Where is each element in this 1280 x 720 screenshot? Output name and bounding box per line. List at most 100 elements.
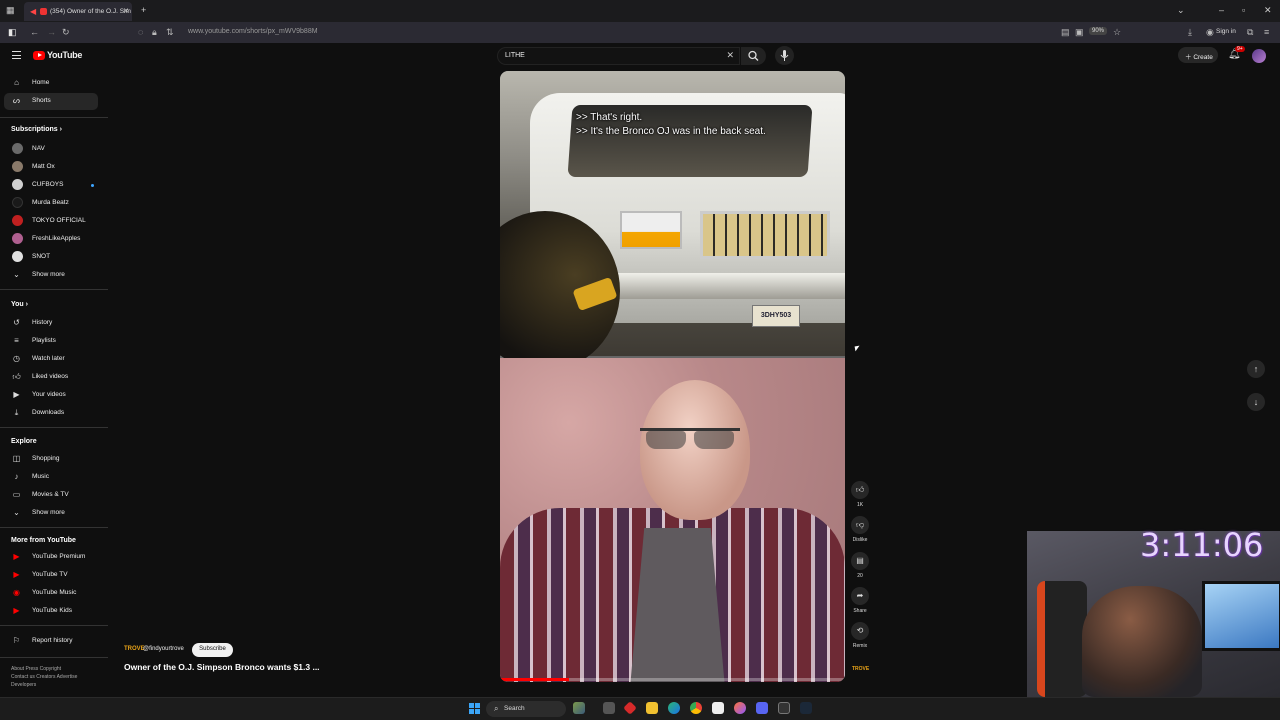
video-progress-bar[interactable] — [500, 678, 845, 681]
close-tab-icon[interactable]: ✕ — [123, 7, 129, 15]
sidebar-item-channel[interactable]: TOKYO OFFICIAL — [4, 213, 98, 230]
subscribe-button[interactable]: Subscribe — [192, 643, 233, 657]
widgets-icon[interactable] — [573, 702, 585, 714]
audio-playing-icon[interactable]: ◀ — [30, 7, 36, 16]
channel-handle[interactable]: @findyourtrove — [143, 646, 184, 652]
sidebar-item-show-more[interactable]: ⌄ Show more — [4, 267, 98, 284]
chrome-icon[interactable] — [690, 702, 702, 714]
minimize-icon[interactable]: – — [1219, 5, 1224, 15]
comments-action[interactable]: ▤ 20 — [850, 552, 870, 579]
video-title[interactable]: Owner of the O.J. Simpson Bronco wants $… — [124, 662, 320, 672]
voice-search-button[interactable] — [775, 46, 794, 65]
sidebar-item-report-history[interactable]: ⚐ Report history — [4, 633, 98, 650]
mouse-cursor — [854, 345, 861, 352]
browser-tab[interactable]: ◀ (354) Owner of the O.J. Sim ✕ — [24, 2, 132, 21]
footer-link-row[interactable]: Contact us Creators Advertise — [11, 673, 101, 681]
back-icon[interactable]: ← — [30, 27, 39, 37]
you-header[interactable]: You › — [11, 301, 28, 308]
sidebar-item-youtube-premium[interactable]: ▶ YouTube Premium — [4, 549, 98, 566]
footer-link-row[interactable]: About Press Copyright — [11, 665, 101, 673]
new-tab-icon[interactable]: + — [141, 5, 146, 15]
thumbs-up-icon[interactable]: 👍︎ — [851, 481, 869, 499]
sidebar-item-shorts[interactable]: ᔕ Shorts — [4, 93, 98, 110]
share-arrow-icon[interactable]: ➦ — [851, 587, 869, 605]
firefox-icon[interactable] — [734, 702, 746, 714]
file-explorer-icon[interactable] — [646, 702, 658, 714]
sidebar-item-youtube-tv[interactable]: ▶ YouTube TV — [4, 567, 98, 584]
like-action[interactable]: 👍︎ 1K — [850, 481, 870, 508]
extensions-icon[interactable]: ⧉ — [1247, 27, 1253, 38]
next-short-button[interactable]: ↓ — [1247, 393, 1265, 411]
youtube-logo-text[interactable]: YouTube — [47, 50, 82, 60]
sidebar-item-music[interactable]: ♪ Music — [4, 469, 98, 486]
user-avatar[interactable] — [1252, 49, 1266, 63]
reader-view-icon[interactable]: ▤ — [1061, 27, 1070, 38]
dislike-action[interactable]: 👎︎ Dislike — [850, 516, 870, 543]
youtube-logo-icon[interactable] — [33, 51, 45, 60]
subscriptions-header[interactable]: Subscriptions › — [11, 126, 62, 133]
task-view-icon[interactable] — [603, 702, 615, 714]
reload-icon[interactable]: ↻ — [62, 27, 70, 38]
downloads-icon[interactable]: ⤓ — [1188, 27, 1192, 38]
sidebar-item-channel[interactable]: NAV — [4, 141, 98, 158]
steam-icon[interactable] — [800, 702, 812, 714]
lock-icon[interactable]: 🔒︎ — [152, 27, 157, 38]
pip-icon[interactable]: ▣ — [1075, 27, 1084, 38]
search-button[interactable] — [741, 47, 766, 65]
close-window-icon[interactable]: ✕ — [1264, 5, 1272, 16]
remix-action[interactable]: ⟲ Remix — [850, 622, 870, 649]
app-red-icon[interactable] — [623, 701, 637, 715]
menu-icon[interactable]: ≡ — [1264, 27, 1269, 37]
footer-link-row[interactable]: Developers — [11, 681, 101, 689]
clear-search-icon[interactable]: ✕ — [726, 50, 734, 61]
sidebar-icon[interactable]: ◧ — [8, 27, 17, 38]
account-icon[interactable]: ◉ — [1206, 27, 1214, 38]
sidebar-item-shopping[interactable]: ◫ Shopping — [4, 451, 98, 468]
bookmark-star-icon[interactable]: ☆ — [1113, 27, 1121, 38]
windows-start-icon[interactable] — [469, 703, 480, 714]
sidebar-item-home[interactable]: ⌂ Home — [4, 75, 98, 92]
discord-icon[interactable] — [756, 702, 768, 714]
tracking-shield-icon[interactable]: ◌ — [138, 27, 143, 37]
thumbs-down-icon[interactable]: 👎︎ — [851, 516, 869, 534]
sidebar-item-youtube-kids[interactable]: ▶ YouTube Kids — [4, 603, 98, 620]
obs-icon[interactable] — [778, 702, 790, 714]
sidebar-item-watch-later[interactable]: ◷ Watch later — [4, 351, 98, 368]
shorts-video-player[interactable]: 3DHY503 >> That's right. >> It's the Bro… — [500, 71, 845, 682]
sidebar-item-youtube-music[interactable]: ◉ YouTube Music — [4, 585, 98, 602]
sidebar-item-movies-tv[interactable]: ▭ Movies & TV — [4, 487, 98, 504]
channel-avatar — [12, 143, 23, 154]
sidebar-item-history[interactable]: ↺ History — [4, 315, 98, 332]
signin-label[interactable]: Sign in — [1216, 28, 1236, 35]
forward-icon[interactable]: → — [47, 27, 56, 37]
sidebar-item-playlists[interactable]: ≡ Playlists — [4, 333, 98, 350]
zoom-level[interactable]: 90% — [1089, 27, 1108, 35]
sidebar-item-your-videos[interactable]: ▶ Your videos — [4, 387, 98, 404]
edge-icon[interactable] — [668, 702, 680, 714]
search-input[interactable]: LITHE — [505, 52, 525, 59]
remix-icon[interactable]: ⟲ — [851, 622, 869, 640]
restore-icon[interactable]: ▫ — [1242, 5, 1245, 15]
url-bar[interactable]: www.youtube.com/shorts/px_mWV9b88M — [188, 28, 318, 35]
guide-menu-icon[interactable] — [12, 51, 21, 59]
sidebar-item-channel[interactable]: Murda Beatz — [4, 195, 98, 212]
channel-logo[interactable]: TROVE — [124, 646, 145, 652]
channel-name: TOKYO OFFICIAL — [32, 217, 86, 224]
sidebar-item-channel[interactable]: CUFBOYS — [4, 177, 98, 194]
sound-thumbnail[interactable]: TROVE — [852, 666, 869, 672]
permissions-icon[interactable]: ⇅ — [166, 27, 174, 38]
sidebar-item-channel[interactable]: SNOT — [4, 249, 98, 266]
comment-icon[interactable]: ▤ — [851, 552, 869, 570]
create-button[interactable]: ＋ Create — [1178, 47, 1218, 63]
tab-list-icon[interactable]: ⌄ — [1177, 5, 1185, 16]
sidebar-item-downloads[interactable]: ⤓ Downloads — [4, 405, 98, 422]
store-icon[interactable] — [712, 702, 724, 714]
share-action[interactable]: ➦ Share — [850, 587, 870, 614]
previous-short-button[interactable]: ↑ — [1247, 360, 1265, 378]
sidebar-toggle-icon[interactable]: ▦ — [6, 5, 15, 16]
sidebar-item-channel[interactable]: Matt Ox — [4, 159, 98, 176]
sidebar-item-liked-videos[interactable]: 👍︎ Liked videos — [4, 369, 98, 386]
search-box[interactable]: LITHE ✕ — [497, 47, 740, 65]
sidebar-item-channel[interactable]: FreshLikeApples — [4, 231, 98, 248]
sidebar-item-show-more[interactable]: ⌄ Show more — [4, 505, 98, 522]
